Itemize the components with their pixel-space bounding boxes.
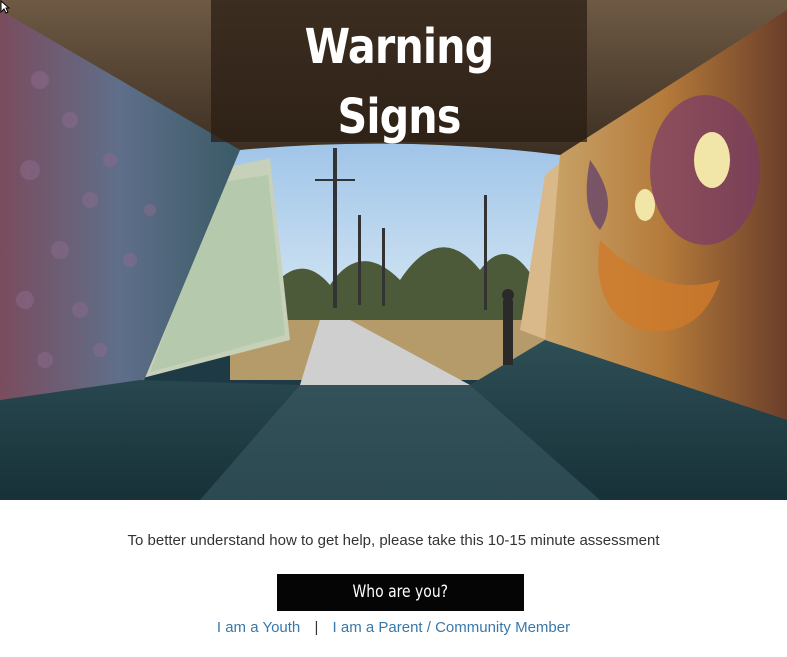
- page-title: Warning Signs: [304, 19, 495, 145]
- link-separator: |: [314, 619, 319, 636]
- role-links: I am a Youth | I am a Parent / Community…: [0, 619, 787, 636]
- title-overlay: Warning Signs: [211, 0, 587, 145]
- youth-link[interactable]: I am a Youth: [217, 619, 300, 636]
- assessment-intro: To better understand how to get help, pl…: [127, 532, 660, 549]
- mouse-cursor-icon: [0, 0, 10, 14]
- who-are-you-button[interactable]: Who are you?: [277, 574, 524, 611]
- hero-banner: Warning Signs: [0, 0, 787, 500]
- who-are-you-label: Who are you?: [352, 582, 449, 602]
- parent-community-link[interactable]: I am a Parent / Community Member: [333, 619, 571, 636]
